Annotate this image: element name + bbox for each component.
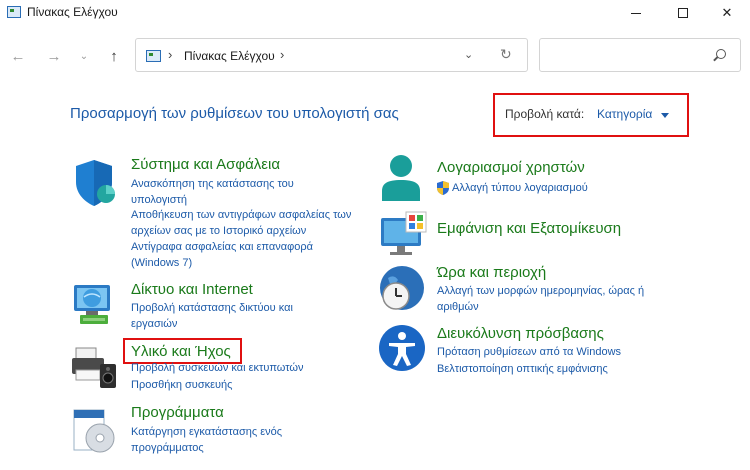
link-backup-restore[interactable]: Αντίγραφα ασφαλείας και επαναφορά (Windo… [131,239,356,271]
view-by-selector[interactable]: Προβολή κατά: Κατηγορία [493,93,689,137]
forward-button[interactable]: → [42,44,66,68]
link-change-account-type[interactable]: Αλλαγή τύπου λογαριασμού [452,180,692,196]
category-title-network[interactable]: Δίκτυο και Internet [131,281,253,298]
minimize-icon [631,12,641,14]
link-add-device[interactable]: Προσθήκη συσκευής [131,377,371,393]
appearance-monitor-icon [381,211,427,255]
search-icon[interactable] [716,49,726,59]
breadcrumb-separator-icon[interactable]: › [280,47,284,62]
search-box[interactable] [539,38,741,72]
category-title-system-security[interactable]: Σύστημα και Ασφάλεια [131,156,280,173]
maximize-button[interactable] [660,0,706,26]
printer-speaker-icon [72,347,116,388]
link-uninstall-program[interactable]: Κατάργηση εγκατάστασης ενός προγράμματος [131,424,341,456]
category-title-ease-of-access[interactable]: Διευκόλυνση πρόσβασης [437,325,604,342]
link-change-formats[interactable]: Αλλαγή των μορφών ημερομηνίας, ώρας ή αρ… [437,283,687,315]
navigation-bar: ← → ⌄ ↑ › Πίνακας Ελέγχου › ⌄ ↻ [0,36,750,76]
accessibility-icon [379,325,425,371]
breadcrumb-separator-icon[interactable]: › [168,47,172,62]
clock-globe-icon [380,266,424,310]
close-button[interactable]: ✕ [704,0,750,26]
up-button[interactable]: ↑ [102,44,126,68]
link-network-status[interactable]: Προβολή κατάστασης δικτύου και εργασιών [131,300,341,332]
category-title-user-accounts[interactable]: Λογαριασμοί χρηστών [437,159,585,176]
link-devices-printers[interactable]: Προβολή συσκευών και εκτυπωτών [131,360,371,376]
programs-disc-icon [73,409,115,453]
recent-locations-button[interactable]: ⌄ [72,44,96,68]
view-by-label: Προβολή κατά: [505,107,585,121]
page-title: Προσαρμογή των ρυθμίσεων του υπολογιστή … [70,105,399,122]
title-bar: Πίνακας Ελέγχου ✕ [0,0,750,26]
breadcrumb-control-panel[interactable]: Πίνακας Ελέγχου [184,49,275,63]
user-accounts-icon [382,155,420,201]
link-windows-suggest[interactable]: Πρόταση ρυθμίσεων από τα Windows [437,344,677,360]
maximize-icon [678,8,688,18]
back-button[interactable]: ← [6,44,30,68]
search-input[interactable] [546,45,706,65]
refresh-button[interactable]: ↻ [500,46,512,63]
minimize-button[interactable] [613,0,659,26]
category-title-hardware-sound[interactable]: Υλικό και Ήχος [131,343,231,360]
link-optimize-display[interactable]: Βελτιστοποίηση οπτικής εμφάνισης [437,361,677,377]
control-panel-icon [146,50,161,62]
link-file-history[interactable]: Αποθήκευση των αντιγράφων ασφαλείας των … [131,207,366,239]
shield-icon [76,160,115,206]
view-by-dropdown[interactable]: Κατηγορία [597,107,652,121]
category-title-clock-region[interactable]: Ώρα και περιοχή [437,264,546,281]
window-title: Πίνακας Ελέγχου [27,5,118,19]
caret-down-icon[interactable] [661,113,669,118]
category-title-programs[interactable]: Προγράμματα [131,404,224,421]
address-history-button[interactable]: ⌄ [464,48,473,61]
link-review-status[interactable]: Ανασκόπηση της κατάστασης του υπολογιστή [131,176,341,208]
network-globe-icon [74,285,110,324]
uac-shield-icon [437,181,449,195]
category-title-appearance[interactable]: Εμφάνιση και Εξατομίκευση [437,220,621,237]
address-bar[interactable]: › Πίνακας Ελέγχου › ⌄ ↻ [135,38,528,72]
control-panel-icon [7,6,21,18]
